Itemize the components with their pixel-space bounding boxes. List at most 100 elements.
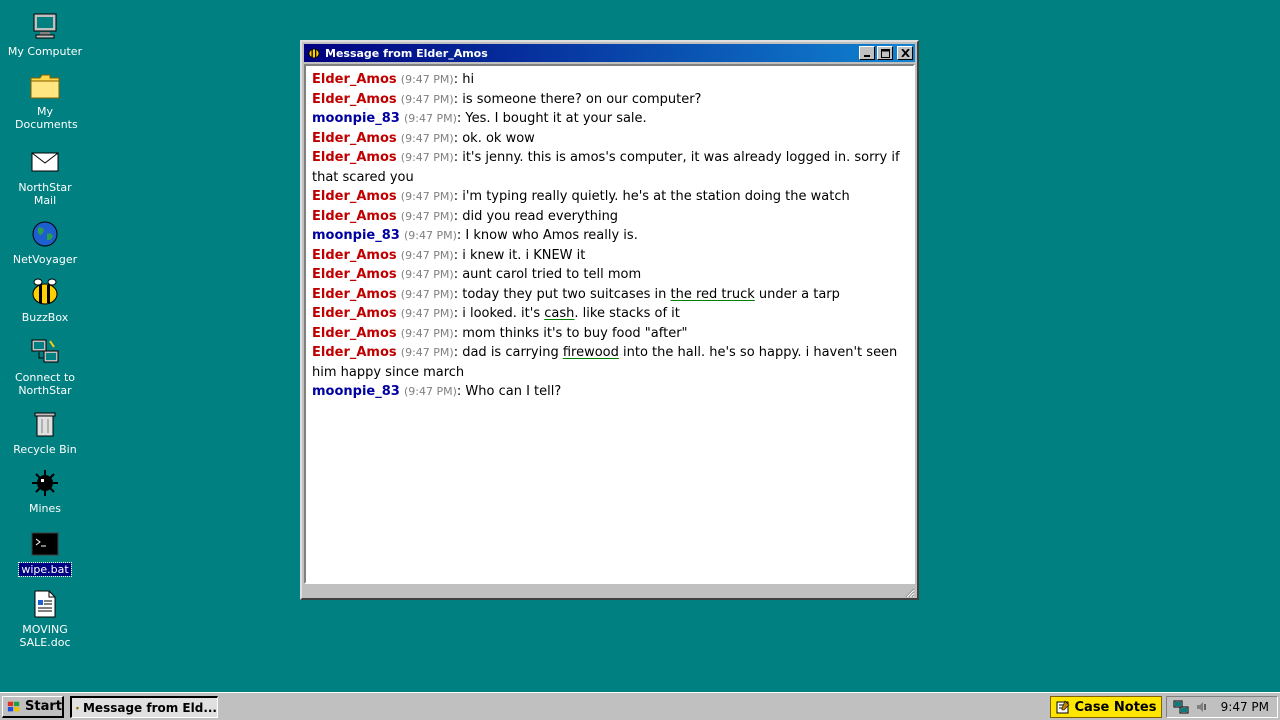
buzzbox-icon — [76, 706, 79, 709]
chat-message: Elder_Amos (9:47 PM): is someone there? … — [312, 91, 702, 107]
window-title: Message from Elder_Amos — [325, 46, 488, 60]
message-text: i looked. it's — [462, 306, 545, 321]
network-tray-icon[interactable] — [1173, 700, 1189, 714]
mine-icon — [29, 467, 61, 499]
desktop-icon-label: My Documents — [15, 105, 78, 131]
message-timestamp: (9:47 PM) — [400, 92, 454, 106]
message-timestamp: (9:47 PM) — [400, 209, 454, 223]
desktop-icon-netvoyager[interactable]: NetVoyager — [0, 218, 90, 266]
message-timestamp: (9:47 PM) — [400, 73, 454, 86]
desktop-icon-moving-sale-doc[interactable]: MOVING SALE.doc — [0, 588, 90, 649]
folder-icon — [29, 70, 61, 102]
message-sender: Elder_Amos — [312, 325, 397, 341]
message-timestamp: (9:47 PM) — [400, 248, 454, 262]
chat-message: Elder_Amos (9:47 PM): aunt carol tried t… — [312, 267, 642, 282]
desktop-icon-my-computer[interactable]: My Computer — [0, 10, 90, 58]
maximize-icon — [880, 48, 890, 58]
minimize-button[interactable] — [859, 46, 875, 60]
message-highlight-link[interactable]: the red truck — [671, 287, 755, 302]
chat-message: Elder_Amos (9:47 PM): i'm typing really … — [312, 189, 850, 204]
terminal-icon — [29, 528, 61, 560]
document-icon — [29, 588, 61, 620]
message-timestamp: (9:47 PM) — [403, 385, 457, 398]
taskbar-window-label: Message from Eld... — [82, 700, 217, 715]
maximize-button[interactable] — [877, 46, 893, 60]
message-sender: Elder_Amos — [312, 72, 397, 87]
desktop-icon-label: MOVING SALE.doc — [19, 623, 71, 649]
message-text: ok. ok wow — [462, 130, 535, 146]
chat-message: moonpie_83 (9:47 PM): Who can I tell? — [312, 384, 562, 399]
desktop-icon-label: Mines — [28, 502, 62, 515]
taskbar-window-button[interactable]: Message from Eld... — [70, 696, 218, 718]
buzzbox-icon — [307, 46, 321, 60]
message-timestamp: (9:47 PM) — [400, 326, 454, 340]
start-button[interactable]: Start — [2, 696, 64, 718]
recycle-bin-icon — [29, 408, 61, 440]
close-icon — [900, 49, 910, 57]
message-sender: Elder_Amos — [312, 286, 397, 302]
message-text: today they put two suitcases in — [462, 286, 671, 302]
desktop-icon-label: NetVoyager — [12, 253, 78, 266]
message-timestamp: (9:47 PM) — [400, 346, 454, 359]
message-text: i'm typing really quietly. he's at the s… — [462, 189, 850, 204]
message-text: did you read everything — [462, 208, 619, 224]
system-tray: 9:47 PM — [1166, 696, 1278, 718]
bee-icon — [29, 276, 61, 308]
desktop-icon-label: Connect to NorthStar — [14, 371, 76, 397]
message-timestamp: (9:47 PM) — [400, 190, 454, 203]
message-text: dad is carrying — [462, 345, 563, 360]
message-text: Who can I tell? — [465, 384, 562, 399]
mail-envelope-icon — [29, 146, 61, 178]
message-sender: Elder_Amos — [312, 189, 397, 204]
computer-icon — [29, 10, 61, 42]
taskbar-clock[interactable]: 9:47 PM — [1221, 700, 1269, 714]
window-statusbar — [304, 584, 915, 598]
message-text: i knew it. i KNEW it — [462, 247, 586, 263]
message-sender: Elder_Amos — [312, 247, 397, 263]
close-button[interactable] — [897, 46, 913, 60]
case-notes-button[interactable]: Case Notes — [1050, 696, 1162, 718]
minimize-icon — [864, 55, 870, 57]
desktop-icon-connect-northstar[interactable]: Connect to NorthStar — [0, 336, 90, 397]
message-sender: moonpie_83 — [312, 228, 400, 243]
window-titlebar[interactable]: Message from Elder_Amos — [304, 44, 915, 62]
message-highlight-link[interactable]: cash — [544, 306, 574, 321]
case-notes-label: Case Notes — [1074, 699, 1157, 715]
desktop-icon-my-documents[interactable]: My Documents — [0, 70, 90, 131]
speaker-volume-icon[interactable] — [1195, 700, 1207, 714]
chat-message: Elder_Amos (9:47 PM): it's jenny. this i… — [312, 150, 900, 185]
message-text: Yes. I bought it at your sale. — [465, 111, 647, 126]
message-sender: Elder_Amos — [312, 306, 397, 321]
message-text: I know who Amos really is. — [465, 228, 638, 243]
chat-message: Elder_Amos (9:47 PM): ok. ok wow — [312, 130, 535, 146]
message-sender: Elder_Amos — [312, 130, 397, 146]
message-timestamp: (9:47 PM) — [400, 131, 454, 145]
desktop-icon-wipe-bat[interactable]: wipe.bat — [0, 528, 90, 577]
desktop-icon-mines[interactable]: Mines — [0, 467, 90, 515]
resize-grip-icon[interactable] — [903, 586, 915, 598]
desktop-icon-label: Recycle Bin — [13, 443, 77, 456]
message-timestamp: (9:47 PM) — [403, 229, 457, 242]
message-text: mom thinks it's to buy food "after" — [462, 325, 688, 341]
message-sender: Elder_Amos — [312, 91, 397, 107]
message-window: Message from Elder_Amos Elder_Amos (9:47… — [300, 40, 919, 600]
message-text: aunt carol tried to tell mom — [462, 267, 642, 282]
message-text: is someone there? on our computer? — [462, 91, 702, 107]
notepad-icon — [1056, 700, 1069, 714]
chat-message: Elder_Amos (9:47 PM): did you read every… — [312, 208, 619, 224]
chat-message: Elder_Amos (9:47 PM): hi — [312, 72, 475, 87]
chat-message: moonpie_83 (9:47 PM): I know who Amos re… — [312, 228, 638, 243]
desktop-icon-buzzbox[interactable]: BuzzBox — [0, 276, 90, 324]
desktop-icon-northstar-mail[interactable]: NorthStar Mail — [0, 146, 90, 207]
message-text: . like stacks of it — [574, 306, 680, 321]
desktop-icon-label: NorthStar Mail — [18, 181, 72, 207]
chat-transcript[interactable]: Elder_Amos (9:47 PM): hi Elder_Amos (9:47… — [304, 64, 915, 584]
message-highlight-link[interactable]: firewood — [563, 345, 619, 360]
chat-message: moonpie_83 (9:47 PM): Yes. I bought it a… — [312, 111, 647, 126]
message-text: under a tarp — [754, 286, 840, 302]
message-sender: Elder_Amos — [312, 208, 397, 224]
desktop-icon-recycle-bin[interactable]: Recycle Bin — [0, 408, 90, 456]
message-sender: Elder_Amos — [312, 150, 397, 165]
chat-message: Elder_Amos (9:47 PM): i looked. it's cas… — [312, 306, 680, 321]
globe-icon — [29, 218, 61, 250]
